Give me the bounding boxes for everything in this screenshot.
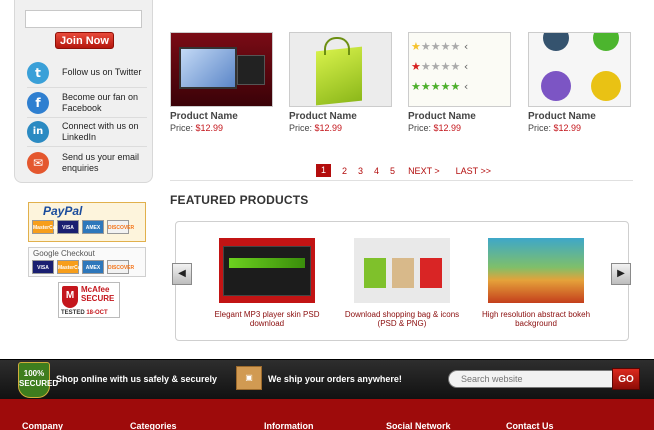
trust-bar: 100% SECURED Shop online with us safely … <box>0 359 654 399</box>
discover-icon: DISCOVER <box>107 260 134 274</box>
email-icon: ✉ <box>27 152 49 174</box>
product-name[interactable]: Product Name <box>528 111 596 122</box>
product-price: Price: $12.99 <box>289 123 343 133</box>
search-go-button[interactable]: GO <box>612 368 640 390</box>
join-now-button[interactable]: Join Now <box>55 32 114 49</box>
product-price: Price: $12.99 <box>528 123 582 133</box>
footer-heading-categories: Categories <box>130 421 177 430</box>
last-page-link[interactable]: LAST >> <box>456 166 491 176</box>
social-item-linkedin[interactable]: in Connect with us on LinkedIn <box>27 117 147 147</box>
page-link-3[interactable]: 3 <box>358 166 363 176</box>
google-checkout-badge: Google Checkout VISA MasterCard AMEX DIS… <box>28 247 146 277</box>
social-item-facebook[interactable]: f Become our fan on Facebook <box>27 88 147 118</box>
amex-icon: AMEX <box>82 220 104 234</box>
facebook-icon: f <box>27 92 49 114</box>
mp3-player-thumb[interactable] <box>219 238 315 303</box>
product-name[interactable]: Product Name <box>408 111 476 122</box>
mcafee-tested: TESTED 18-OCT <box>61 310 108 316</box>
amex-icon: AMEX <box>82 260 104 274</box>
mcafee-shield-icon: M <box>62 286 78 308</box>
mastercard-icon: MasterCard <box>32 220 61 234</box>
stars-thumb[interactable]: ★★★★★ ‹ ★★★★★ ‹ ★★★★★ ‹ <box>408 32 511 107</box>
page-link-4[interactable]: 4 <box>374 166 379 176</box>
product-card[interactable]: Product Name Price: $12.99 <box>289 32 393 133</box>
carousel-prev-button[interactable]: ◀ <box>172 263 192 285</box>
bokeh-thumb[interactable] <box>488 238 584 303</box>
sidebar: Join Now t Follow us on Twitter f Become… <box>14 0 153 183</box>
product-price: Price: $12.99 <box>408 123 462 133</box>
page-link-5[interactable]: 5 <box>390 166 395 176</box>
product-card[interactable]: Product Name Price: $12.99 <box>170 32 274 133</box>
product-card[interactable]: Product Name Price: $12.99 <box>528 32 632 133</box>
visa-icon: VISA <box>57 220 79 234</box>
featured-caption[interactable]: Download shopping bag & icons (PSD & PNG… <box>342 310 462 328</box>
social-label: Become our fan on Facebook <box>62 92 139 113</box>
newsletter-email-input[interactable] <box>25 10 142 28</box>
paypal-logo: PayPal <box>43 204 83 218</box>
footer-heading-company: Company <box>22 421 64 430</box>
shipping-text: We ship your orders anywhere! <box>268 374 402 384</box>
product-card[interactable]: ★★★★★ ‹ ★★★★★ ‹ ★★★★★ ‹ Product Name Pri… <box>408 32 512 133</box>
linkedin-icon: in <box>27 121 49 143</box>
footer: Company Categories Information Social Ne… <box>0 399 654 430</box>
divider <box>170 180 633 181</box>
secured-shield-icon: 100% SECURED <box>18 362 58 398</box>
social-icons-thumb[interactable] <box>528 32 631 107</box>
mastercard-icon: MasterCard <box>57 260 86 274</box>
shipping-box-icon: ▣ <box>236 366 262 390</box>
featured-caption[interactable]: Elegant MP3 player skin PSD download <box>207 310 327 328</box>
search-input[interactable] <box>448 370 614 388</box>
shopping-bags-thumb[interactable] <box>354 238 450 303</box>
mcafee-title: McAfee SECURE <box>81 285 115 303</box>
footer-heading-information: Information <box>264 421 314 430</box>
mcafee-secure-badge: M McAfee SECURE TESTED 18-OCT <box>58 282 120 318</box>
secure-shopping-text: Shop online with us safely & securely <box>56 374 218 384</box>
visa-icon: VISA <box>32 260 54 274</box>
discover-icon: DISCOVER <box>107 220 134 234</box>
product-name[interactable]: Product Name <box>170 111 238 122</box>
product-name[interactable]: Product Name <box>289 111 357 122</box>
social-item-email[interactable]: ✉ Send us your email enquiries <box>27 148 147 178</box>
next-page-link[interactable]: NEXT > <box>408 166 440 176</box>
social-label: Connect with us on LinkedIn <box>62 121 139 142</box>
featured-caption[interactable]: High resolution abstract bokeh backgroun… <box>476 310 596 328</box>
product-price: Price: $12.99 <box>170 123 224 133</box>
footer-heading-social-network: Social Network <box>386 421 451 430</box>
social-item-twitter[interactable]: t Follow us on Twitter <box>27 58 147 88</box>
social-label: Follow us on Twitter <box>62 67 142 77</box>
monitor-thumb[interactable] <box>170 32 273 107</box>
carousel-next-button[interactable]: ▶ <box>611 263 631 285</box>
page-link-2[interactable]: 2 <box>342 166 347 176</box>
featured-products-heading: FEATURED PRODUCTS <box>170 193 309 207</box>
pagination: 1 2 3 4 5 NEXT > LAST >> <box>316 164 505 177</box>
bag-thumb[interactable] <box>289 32 392 107</box>
page-link-1[interactable]: 1 <box>316 164 331 177</box>
social-label: Send us your email enquiries <box>62 152 140 173</box>
google-checkout-logo: Google Checkout <box>33 249 95 258</box>
twitter-icon: t <box>27 62 49 84</box>
footer-heading-contact-us: Contact Us <box>506 421 554 430</box>
paypal-badge: PayPal MasterCard VISA AMEX DISCOVER <box>28 202 146 242</box>
